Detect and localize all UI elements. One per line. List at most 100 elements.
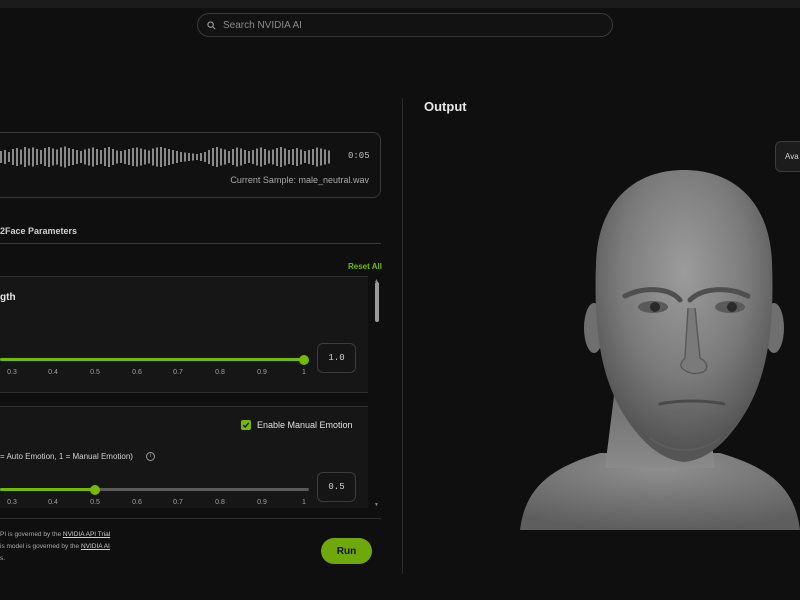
waveform-bar [164, 148, 166, 166]
waveform-bar [192, 153, 194, 161]
waveform-bar [208, 150, 210, 164]
nvidia-ai-link[interactable]: NVIDIA AI [81, 543, 110, 550]
waveform-bar [12, 149, 14, 165]
footer-line-2: is model is governed by the NVIDIA AI [0, 543, 110, 550]
waveform-bar [168, 149, 170, 165]
section-divider [0, 243, 381, 244]
api-trial-link[interactable]: NVIDIA API Trial [63, 531, 110, 538]
waveform-bar [180, 152, 182, 162]
waveform-bar [248, 151, 250, 163]
waveform-bar [280, 147, 282, 167]
waveform-bar [124, 150, 126, 164]
waveform-bar [216, 147, 218, 167]
waveform-bar [308, 150, 310, 164]
strength-slider-thumb[interactable] [299, 354, 309, 365]
parameters-section-title: 2Face Parameters [0, 226, 78, 236]
waveform-bar [264, 149, 266, 165]
emotion-value-box[interactable]: 0.5 [317, 472, 356, 502]
waveform-bar [244, 150, 246, 164]
waveform-bar [132, 148, 134, 166]
waveform-bar [200, 153, 202, 161]
info-icon[interactable]: i [146, 452, 155, 461]
slider-tick-label: 0.4 [48, 369, 58, 376]
search-input[interactable] [221, 18, 585, 32]
strength-value-box[interactable]: 1.0 [317, 343, 356, 373]
waveform-bar [220, 148, 222, 166]
waveform-bar [140, 148, 142, 166]
waveform-bar [96, 149, 98, 165]
scroll-down-arrow-icon[interactable]: ▼ [374, 502, 379, 508]
footer-line-1: PI is governed by the NVIDIA API Trial [0, 531, 110, 538]
waveform-bar [92, 147, 94, 167]
waveform-bar [256, 148, 258, 166]
waveform-bar [252, 150, 254, 164]
slider-tick-label: 1 [302, 369, 306, 376]
slider-tick-label: 0.8 [215, 369, 225, 376]
footer-line-2-text: is model is governed by the [0, 543, 81, 550]
waveform-bar [172, 150, 174, 164]
waveform-bar [184, 152, 186, 162]
waveform-bar [16, 148, 18, 166]
waveform-bar [328, 150, 330, 164]
waveform-bar [236, 147, 238, 167]
waveform-bar [324, 149, 326, 165]
current-sample-label: Current Sample: male_neutral.wav [230, 175, 369, 185]
waveform-bar [296, 148, 298, 166]
audio-waveform[interactable] [0, 146, 340, 168]
slider-tick-label: 0.6 [132, 369, 142, 376]
scrollbar-thumb[interactable] [375, 282, 379, 322]
waveform-bar [88, 148, 90, 166]
parameters-scroll-area[interactable]: gth 0.3 0.4 0.5 0.6 0.7 0.8 0.9 1 1.0 Enable Ma… [0, 276, 382, 508]
waveform-bar [152, 148, 154, 166]
slider-tick-label: 0.3 [7, 369, 17, 376]
waveform-bar [100, 150, 102, 164]
waveform-bar [4, 150, 6, 164]
waveform-bar [64, 146, 66, 168]
waveform-bar [156, 147, 158, 167]
waveform-bar [288, 150, 290, 164]
slider-tick-label: 0.6 [132, 499, 142, 506]
panel-divider [402, 98, 403, 574]
waveform-bar [80, 151, 82, 163]
run-button[interactable]: Run [321, 538, 372, 564]
waveform-bar [116, 150, 118, 164]
waveform-bar [60, 147, 62, 167]
app-root: 0:05 Current Sample: male_neutral.wav 2F… [0, 0, 800, 600]
waveform-bar [316, 147, 318, 167]
slider-tick-label: 0.7 [173, 369, 183, 376]
slider-tick-label: 0.7 [173, 499, 183, 506]
search-bar[interactable] [197, 13, 613, 37]
waveform-bar [56, 149, 58, 165]
waveform-bar [204, 152, 206, 162]
footer-divider [0, 518, 381, 519]
waveform-bar [300, 149, 302, 165]
waveform-bar [32, 147, 34, 167]
waveform-bar [20, 149, 22, 165]
waveform-bar [108, 147, 110, 167]
emotion-card: Enable Manual Emotion = Auto Emotion, 1 … [0, 406, 368, 508]
footer-line-1-text: PI is governed by the [0, 531, 63, 538]
footer-line-3: s. [0, 555, 6, 562]
reset-all-button[interactable]: Reset All [348, 262, 382, 271]
slider-tick-label: 0.4 [48, 499, 58, 506]
waveform-bar [40, 150, 42, 164]
waveform-bar [120, 151, 122, 163]
waveform-bar [144, 149, 146, 165]
strength-card: gth 0.3 0.4 0.5 0.6 0.7 0.8 0.9 1 1.0 [0, 276, 368, 393]
waveform-bar [268, 150, 270, 164]
slider-tick-label: 0.9 [257, 369, 267, 376]
waveform-bar [224, 149, 226, 165]
waveform-bar [212, 148, 214, 166]
waveform-bar [136, 147, 138, 167]
waveform-bar [148, 150, 150, 164]
waveform-bar [228, 151, 230, 163]
waveform-bar [76, 150, 78, 164]
waveform-bar [8, 152, 10, 162]
audio-duration: 0:05 [348, 151, 370, 161]
waveform-bar [232, 149, 234, 165]
waveform-bar [160, 147, 162, 167]
waveform-bar [128, 149, 130, 165]
emotion-slider-thumb[interactable] [90, 484, 100, 495]
manual-emotion-label: Enable Manual Emotion [257, 420, 353, 430]
manual-emotion-checkbox[interactable] [241, 420, 251, 430]
